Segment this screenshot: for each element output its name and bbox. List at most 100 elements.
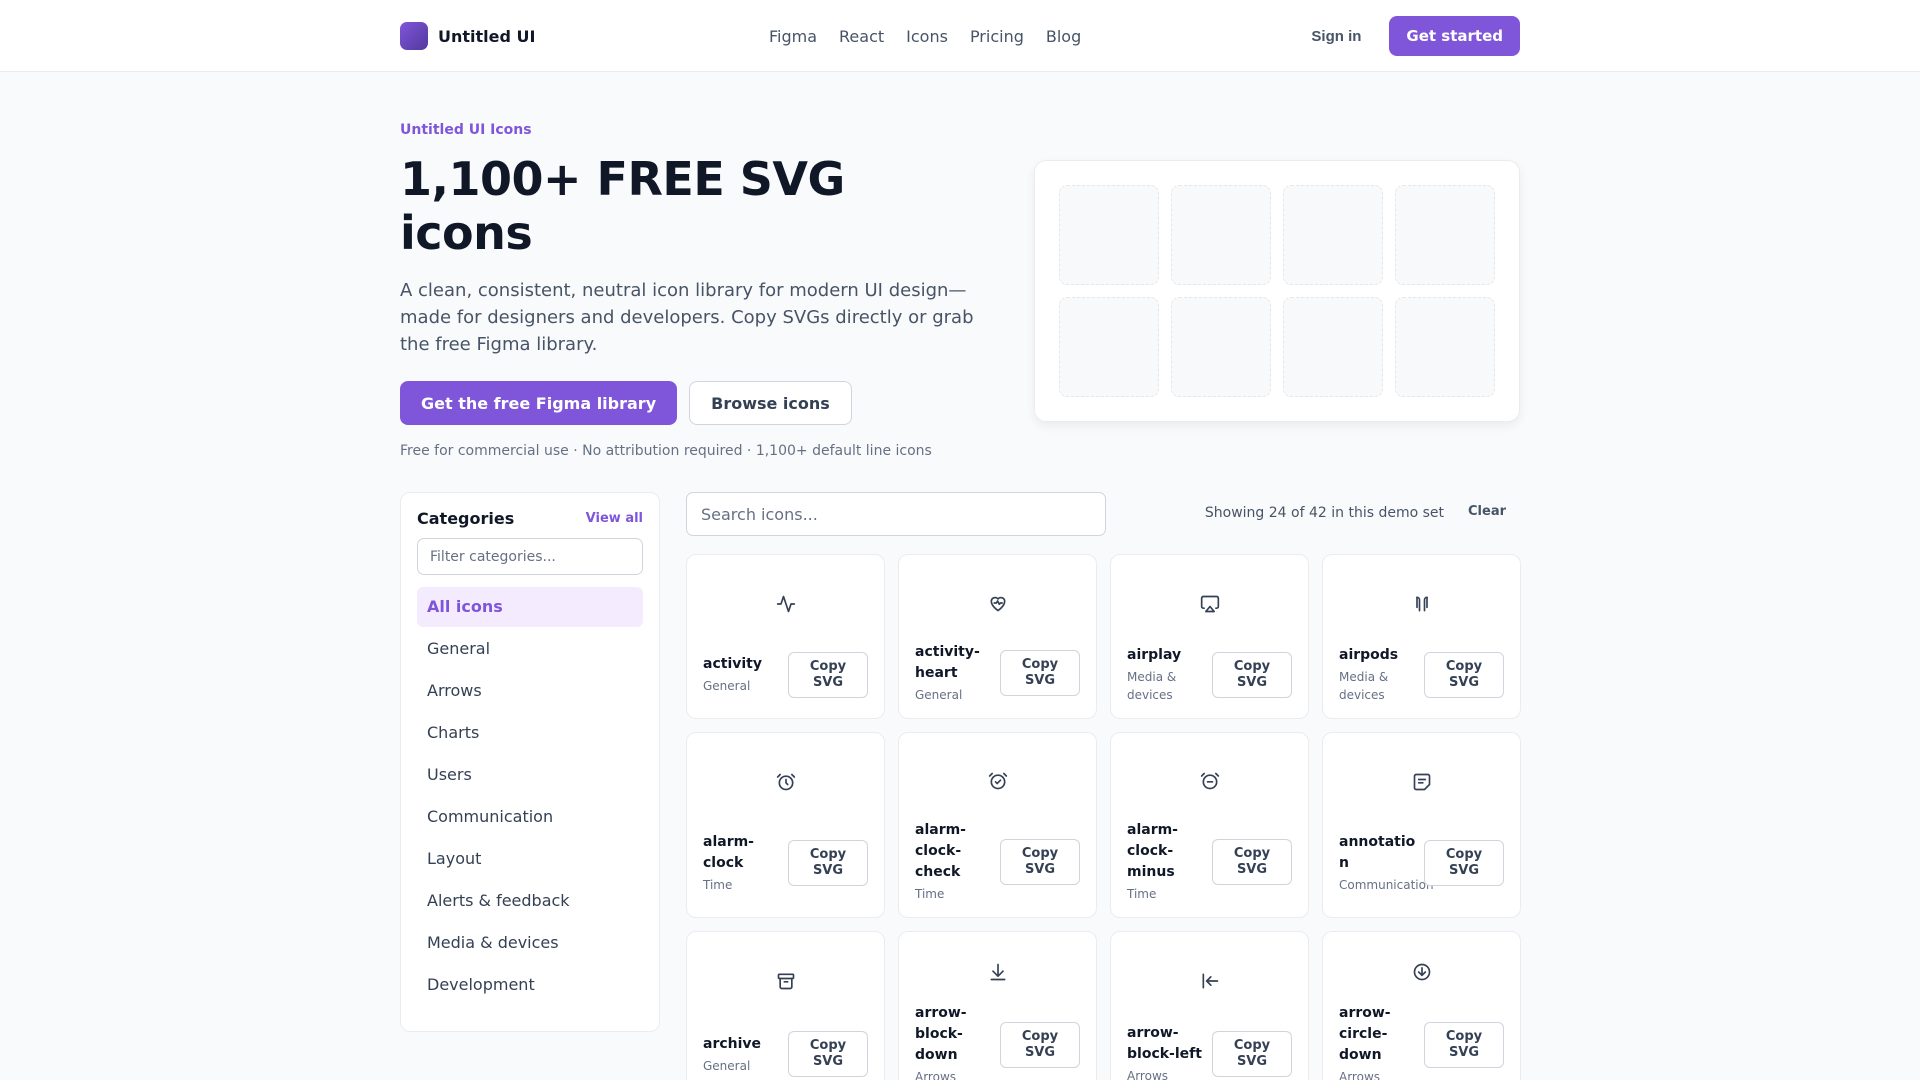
- hero-title: 1,100+ FREE SVG icons: [400, 152, 845, 260]
- nav-link-pricing[interactable]: Pricing: [970, 27, 1024, 46]
- copy-svg-button[interactable]: Copy SVG: [788, 651, 868, 698]
- icon-card: annotation Communication Copy SVG: [1322, 732, 1521, 918]
- icon-name: alarm-clock: [703, 834, 754, 871]
- arrow-down-icon: [990, 963, 1005, 980]
- nav-link-figma[interactable]: Figma: [769, 27, 817, 46]
- hero-section: Untitled UI Icons 1,100+ FREE SVG icons …: [400, 72, 1520, 492]
- results-count: Showing 24 of 42 in this demo set: [1204, 505, 1444, 521]
- icon-card: alarm-clock-minus Time Copy SVG: [1110, 732, 1309, 918]
- brand[interactable]: Untitled UI: [400, 22, 535, 50]
- icon-name: arrow-circle-down: [1339, 1005, 1391, 1063]
- copy-svg-button[interactable]: Copy SVG: [1000, 838, 1080, 885]
- icon-category: Time: [915, 887, 945, 901]
- hero-actions: Get the free Figma library Browse icons: [400, 381, 852, 425]
- alarm-clock-minus-icon: [1200, 772, 1219, 789]
- icons-main: Showing 24 of 42 in this demo set Clear …: [686, 492, 1521, 1080]
- view-all-link[interactable]: View all: [586, 511, 643, 526]
- sidebar-item-all-icons[interactable]: All icons: [417, 587, 643, 627]
- icon-card: arrow-block-down Arrows Copy SVG: [898, 931, 1097, 1080]
- copy-svg-button[interactable]: Copy SVG: [1424, 651, 1504, 698]
- arrow-circle-down-icon: [1413, 963, 1430, 980]
- archive-icon: [777, 973, 794, 990]
- nav-link-react[interactable]: React: [839, 27, 884, 46]
- sign-in-button[interactable]: Sign in: [1311, 28, 1361, 45]
- sidebar-item-general[interactable]: General: [417, 629, 643, 669]
- copy-svg-button[interactable]: Copy SVG: [1424, 1021, 1504, 1068]
- search-icons-input[interactable]: [686, 492, 1106, 536]
- alarm-clock-check-icon: [988, 772, 1007, 789]
- hero-note: Free for commercial use · No attribution…: [400, 443, 932, 459]
- alarm-clock-icon: [776, 773, 795, 791]
- icon-name: alarm-clock-minus: [1127, 822, 1178, 880]
- icon-category: Media & devices: [1127, 670, 1177, 702]
- icon-preview-panel: [1034, 160, 1520, 422]
- icon-card: archive General Copy SVG: [686, 931, 885, 1080]
- icon-card: airplay Media & devices Copy SVG: [1110, 554, 1309, 719]
- copy-svg-button[interactable]: Copy SVG: [1212, 651, 1292, 698]
- preview-placeholder: [1283, 185, 1383, 285]
- icon-category: General: [915, 688, 963, 702]
- icon-card: airpods Media & devices Copy SVG: [1322, 554, 1521, 719]
- icon-category: Time: [703, 878, 733, 892]
- preview-placeholder: [1171, 297, 1271, 397]
- header-actions: Sign in Get started: [1311, 16, 1520, 56]
- icon-name: archive: [703, 1035, 762, 1052]
- browse-icons-button[interactable]: Browse icons: [689, 381, 852, 425]
- icon-category: Time: [1127, 887, 1157, 901]
- sidebar-header: Categories View all: [417, 509, 643, 528]
- icon-card: alarm-clock Time Copy SVG: [686, 732, 885, 918]
- arrow-left-icon: [1202, 973, 1218, 989]
- icon-category: Arrows: [915, 1070, 957, 1080]
- sidebar-item-development[interactable]: Development: [417, 965, 643, 1005]
- preview-placeholder: [1171, 185, 1271, 285]
- activity-heart-icon: [990, 596, 1005, 611]
- preview-placeholder: [1059, 185, 1159, 285]
- sidebar-item-communication[interactable]: Communication: [417, 797, 643, 837]
- sidebar-item-alerts-feedback[interactable]: Alerts & feedback: [417, 881, 643, 921]
- icon-name: activity-heart: [915, 644, 980, 681]
- search-row: Showing 24 of 42 in this demo set Clear: [686, 492, 1520, 537]
- copy-svg-button[interactable]: Copy SVG: [1000, 650, 1080, 696]
- copy-svg-button[interactable]: Copy SVG: [1212, 838, 1292, 885]
- icon-grid: activity General Copy SVG activity-heart…: [686, 554, 1521, 1080]
- icon-card: alarm-clock-check Time Copy SVG: [898, 732, 1097, 918]
- icon-category: General: [703, 679, 751, 693]
- main-nav: Figma React Icons Pricing Blog: [769, 27, 1081, 46]
- copy-svg-button[interactable]: Copy SVG: [788, 840, 868, 886]
- icon-name: alarm-clock-check: [915, 822, 966, 880]
- icon-card: arrow-block-left Arrows Copy SVG: [1110, 931, 1309, 1080]
- icon-name: airpods: [1339, 647, 1399, 663]
- icon-category: General: [703, 1058, 751, 1073]
- copy-svg-button[interactable]: Copy SVG: [1424, 840, 1504, 886]
- clear-button[interactable]: Clear: [1468, 504, 1506, 519]
- hero-subtitle: A clean, consistent, neutral icon librar…: [400, 280, 974, 355]
- get-started-button[interactable]: Get started: [1389, 16, 1520, 56]
- sidebar-item-media-devices[interactable]: Media & devices: [417, 923, 643, 963]
- sidebar-item-users[interactable]: Users: [417, 755, 643, 795]
- hero-eyebrow: Untitled UI Icons: [400, 122, 532, 138]
- nav-link-icons[interactable]: Icons: [906, 27, 948, 46]
- copy-svg-button[interactable]: Copy SVG: [1000, 1021, 1080, 1068]
- icon-category: Arrows: [1127, 1069, 1169, 1080]
- sidebar-item-charts[interactable]: Charts: [417, 713, 643, 753]
- icon-card: arrow-circle-down Arrows Copy SVG: [1322, 931, 1521, 1080]
- icon-card: activity General Copy SVG: [686, 554, 885, 719]
- filter-categories-input[interactable]: [417, 538, 643, 575]
- preview-placeholder: [1283, 297, 1383, 397]
- copy-svg-button[interactable]: Copy SVG: [788, 1031, 868, 1077]
- airplay-icon: [1200, 595, 1219, 613]
- sidebar-item-arrows[interactable]: Arrows: [417, 671, 643, 711]
- activity-icon: [776, 595, 795, 613]
- copy-svg-button[interactable]: Copy SVG: [1212, 1031, 1292, 1077]
- sidebar-item-layout[interactable]: Layout: [417, 839, 643, 879]
- preview-placeholder: [1395, 185, 1495, 285]
- icon-name: airplay: [1127, 647, 1182, 663]
- categories-sidebar: Categories View all All icons General Ar…: [400, 492, 660, 1032]
- sidebar-title: Categories: [417, 509, 515, 528]
- icon-category: Communication: [1339, 878, 1434, 892]
- icon-name: arrow-block-left: [1127, 1025, 1202, 1062]
- annotation-icon: [1413, 773, 1430, 791]
- nav-link-blog[interactable]: Blog: [1046, 27, 1081, 46]
- get-figma-library-button[interactable]: Get the free Figma library: [400, 381, 678, 425]
- category-list: All icons General Arrows Charts Users Co…: [417, 587, 643, 1005]
